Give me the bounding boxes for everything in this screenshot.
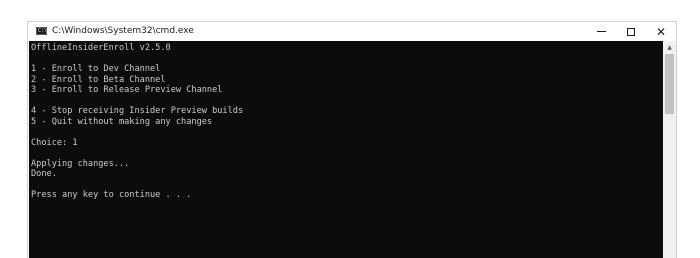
maximize-icon <box>627 27 635 36</box>
close-icon: ✕ <box>655 24 667 39</box>
cmd-app-icon[interactable]: C:\ <box>36 27 47 35</box>
console-line: 3 - Enroll to Release Preview Channel <box>31 85 223 95</box>
screenshot-page: C:\ C:\Windows\System32\cmd.exe ✕ Offlin… <box>0 0 700 258</box>
close-button[interactable]: ✕ <box>646 22 676 41</box>
minimize-button[interactable] <box>586 22 616 41</box>
window-title: C:\Windows\System32\cmd.exe <box>52 26 194 36</box>
console-line: 2 - Enroll to Beta Channel <box>31 74 166 85</box>
cmd-window: C:\ C:\Windows\System32\cmd.exe ✕ Offlin… <box>27 21 677 258</box>
console-line: Press any key to continue . . . <box>31 190 192 200</box>
console-output[interactable]: OfflineInsiderEnroll v2.5.0 1 - Enroll to… <box>29 41 663 258</box>
maximize-button[interactable] <box>616 22 646 41</box>
minimize-icon <box>596 31 606 32</box>
console-line: 4 - Stop receiving Insider Preview build… <box>31 106 244 116</box>
console-line: Applying changes... <box>31 158 130 169</box>
scroll-up-arrow-icon[interactable]: ▲ <box>663 41 676 53</box>
console-line: OfflineInsiderEnroll v2.5.0 <box>31 43 171 53</box>
scrollbar-thumb[interactable] <box>665 54 674 114</box>
console-line: Done. <box>31 169 57 179</box>
console-lines: OfflineInsiderEnroll v2.5.0 1 - Enroll to… <box>31 43 243 201</box>
console-line: 1 - Enroll to Dev Channel <box>31 64 161 74</box>
cmd-icon-label: C:\ <box>38 28 48 34</box>
vertical-scrollbar[interactable]: ▲ <box>663 41 676 258</box>
console-line: Choice: 1 <box>31 137 78 148</box>
title-bar[interactable]: C:\ C:\Windows\System32\cmd.exe ✕ <box>28 22 676 41</box>
console-line: 5 - Quit without making any changes <box>31 116 213 127</box>
